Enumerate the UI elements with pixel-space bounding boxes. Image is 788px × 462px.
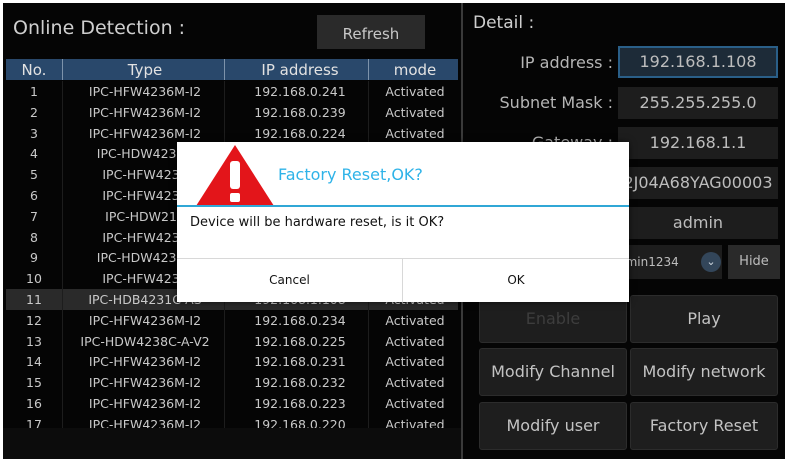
refresh-button[interactable]: Refresh xyxy=(317,15,425,49)
row-number: 12 xyxy=(6,309,63,331)
row-number: 9 xyxy=(6,247,63,269)
row-number: 6 xyxy=(6,184,63,206)
device-type: IPC-HFW4236M-I2 xyxy=(66,372,225,393)
device-mode: Activated xyxy=(385,312,445,328)
subnet-mask-field[interactable]: 255.255.255.0 xyxy=(618,87,778,119)
device-ip: 192.168.0.239 xyxy=(232,101,369,123)
cancel-button[interactable]: Cancel xyxy=(177,259,403,302)
row-number: 8 xyxy=(6,226,63,248)
dialog-title-divider xyxy=(177,205,629,207)
app-screen: Online Detection : Refresh No. Type IP a… xyxy=(3,3,785,459)
ip-address-label: IP address : xyxy=(520,53,613,72)
factory-reset-dialog: Factory Reset,OK? Device will be hardwar… xyxy=(177,142,629,302)
device-mode: Activated xyxy=(385,375,445,391)
row-number: 14 xyxy=(6,351,63,373)
row-number: 1 xyxy=(6,81,63,102)
password-row: dmin1234 ⌄ Hide xyxy=(618,245,780,279)
device-mode: Activated xyxy=(385,333,445,349)
dialog-title: Factory Reset,OK? xyxy=(278,165,423,184)
row-number: 13 xyxy=(6,330,63,352)
row-number: 10 xyxy=(6,268,63,289)
play-button[interactable]: Play xyxy=(630,295,778,343)
device-mode: Activated xyxy=(385,395,445,411)
modify-network-button[interactable]: Modify network xyxy=(630,348,778,396)
row-number: 3 xyxy=(6,122,63,144)
device-ip: 192.168.0.225 xyxy=(232,330,369,352)
table-row[interactable]: 14 IPC-HFW4236M-I2 192.168.0.231 Activated xyxy=(6,351,458,373)
ok-button[interactable]: OK xyxy=(403,259,629,302)
table-row[interactable]: 1 IPC-HFW4236M-I2 192.168.0.241 Activated xyxy=(6,81,458,102)
device-mode: Activated xyxy=(385,354,445,370)
row-number: 4 xyxy=(6,143,63,165)
username-field[interactable]: admin xyxy=(618,207,778,239)
serial-number-field[interactable]: 2J04A68YAG00003 xyxy=(618,167,778,199)
table-row[interactable]: 12 IPC-HFW4236M-I2 192.168.0.234 Activated xyxy=(6,309,458,331)
ip-address-field[interactable]: 192.168.1.108 xyxy=(618,46,778,78)
factory-reset-button[interactable]: Factory Reset xyxy=(630,402,778,450)
table-footer-bar xyxy=(3,428,461,459)
table-row[interactable]: 3 IPC-HFW4236M-I2 192.168.0.224 Activated xyxy=(6,122,458,144)
warning-triangle-icon xyxy=(196,145,274,206)
device-type: IPC-HFW4236M-I2 xyxy=(66,101,225,123)
device-ip: 192.168.0.231 xyxy=(232,351,369,373)
column-header-no[interactable]: No. xyxy=(6,59,63,80)
device-ip: 192.168.0.234 xyxy=(232,309,369,331)
table-row[interactable]: 15 IPC-HFW4236M-I2 192.168.0.232 Activated xyxy=(6,372,458,393)
table-row[interactable]: 2 IPC-HFW4236M-I2 192.168.0.239 Activated xyxy=(6,101,458,123)
device-type: IPC-HFW4236M-I2 xyxy=(66,309,225,331)
device-mode: Activated xyxy=(385,84,445,99)
device-ip: 192.168.0.223 xyxy=(232,392,369,414)
device-mode: Activated xyxy=(385,125,445,141)
row-number: 7 xyxy=(6,205,63,227)
row-number: 16 xyxy=(6,392,63,414)
device-type: IPC-HFW4236M-I2 xyxy=(66,81,225,102)
row-number: 11 xyxy=(6,288,63,310)
row-number: 15 xyxy=(6,372,63,393)
device-type: IPC-HDW4238C-A-V2 xyxy=(66,330,225,352)
subnet-mask-label: Subnet Mask : xyxy=(499,93,613,112)
chevron-down-icon[interactable]: ⌄ xyxy=(701,252,721,272)
column-header-ip-address[interactable]: IP address xyxy=(232,59,369,80)
row-number: 2 xyxy=(6,101,63,123)
device-type: IPC-HFW4236M-I2 xyxy=(66,122,225,144)
gateway-field[interactable]: 192.168.1.1 xyxy=(618,127,778,159)
modify-user-button[interactable]: Modify user xyxy=(479,402,627,450)
modify-channel-button[interactable]: Modify Channel xyxy=(479,348,627,396)
column-header-mode[interactable]: mode xyxy=(374,59,456,80)
device-ip: 192.168.0.232 xyxy=(232,372,369,393)
column-header-type[interactable]: Type xyxy=(66,59,225,80)
table-row[interactable]: 13 IPC-HDW4238C-A-V2 192.168.0.225 Activate… xyxy=(6,330,458,352)
online-detection-title: Online Detection : xyxy=(13,17,186,39)
dialog-message: Device will be hardware reset, is it OK? xyxy=(190,215,445,230)
detail-title: Detail : xyxy=(473,13,535,33)
device-mode: Activated xyxy=(385,104,445,120)
hide-password-button[interactable]: Hide xyxy=(728,245,780,279)
device-type: IPC-HFW4236M-I2 xyxy=(66,392,225,414)
device-type: IPC-HFW4236M-I2 xyxy=(66,351,225,373)
device-table-header: No. Type IP address mode xyxy=(6,59,458,80)
device-ip: 192.168.0.241 xyxy=(232,81,369,102)
table-row[interactable]: 16 IPC-HFW4236M-I2 192.168.0.223 Activated xyxy=(6,392,458,414)
row-number: 5 xyxy=(6,164,63,185)
device-ip: 192.168.0.224 xyxy=(232,122,369,144)
enable-button[interactable]: Enable xyxy=(479,295,627,343)
